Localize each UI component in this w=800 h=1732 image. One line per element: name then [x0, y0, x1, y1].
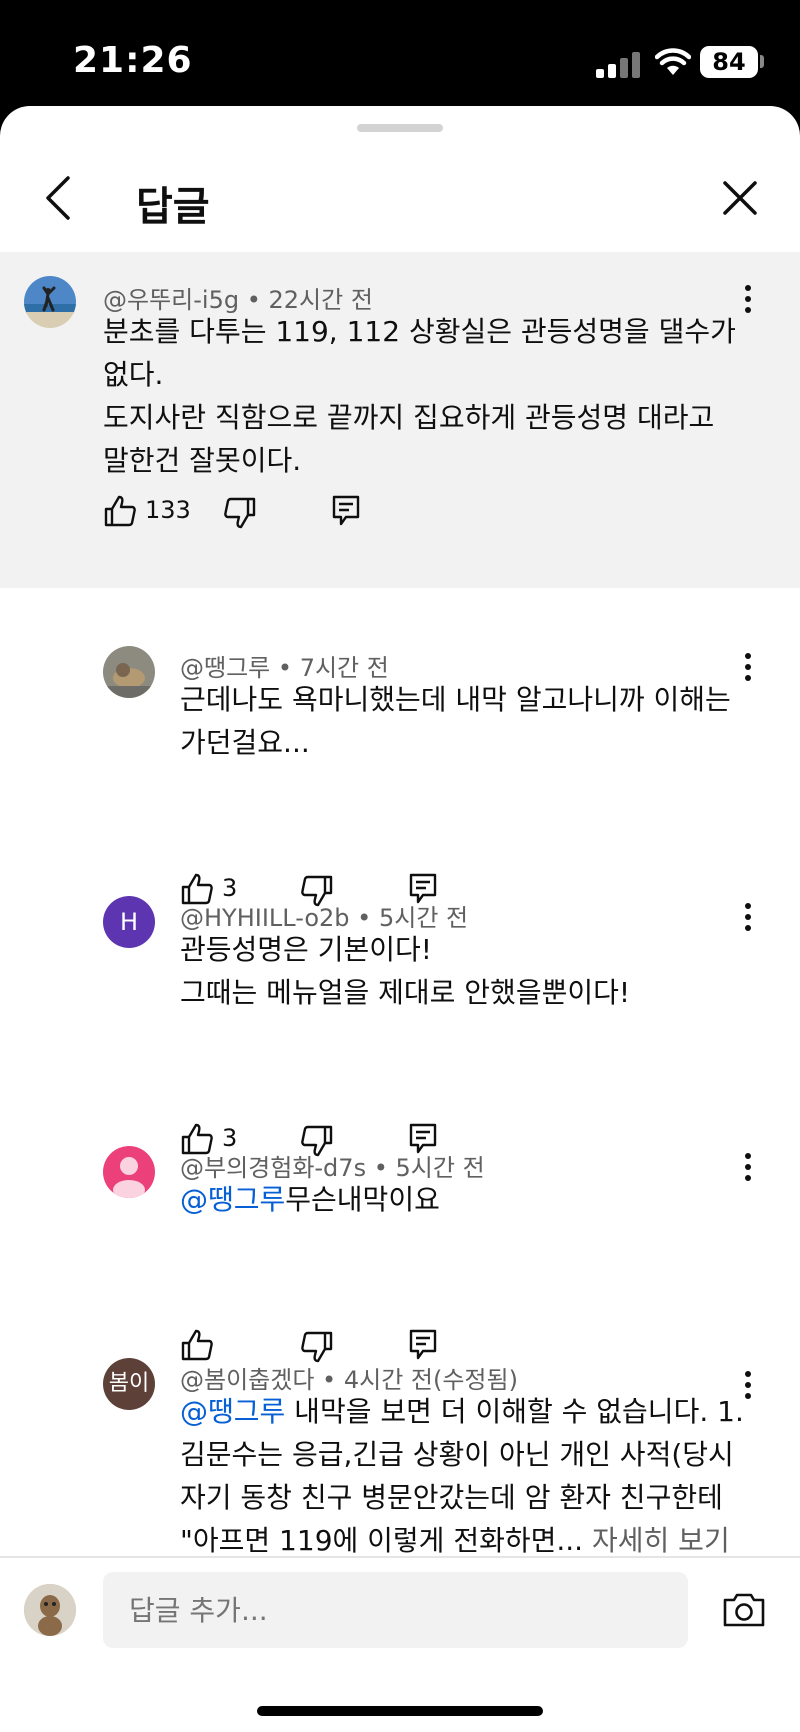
comment-line: @땡그루 내막을 보면 더 이해할 수 없습니다. 1. [180, 1390, 770, 1433]
sheet-header: 답글 [0, 146, 800, 254]
comment-line: 도지사란 직함으로 끝까지 집요하게 관등성명 대라고 [103, 401, 715, 434]
avatar[interactable]: H [103, 896, 155, 948]
comment-text: 근데나도 욕마니했는데 내막 알고나니까 이해는 가던걸요... [180, 678, 760, 764]
page-title: 답글 [136, 184, 210, 230]
beach-avatar-image [24, 276, 76, 328]
avatar[interactable] [24, 276, 76, 328]
comment-line: 말한건 잘못이다. [103, 444, 302, 477]
avatar[interactable]: 봄이 [103, 1358, 155, 1410]
dog-avatar-image [24, 1584, 76, 1636]
comment-last-line: "아프면 119에 이렇게 전화하면... [180, 1524, 592, 1557]
status-bar: 21:26 84 [0, 0, 800, 110]
battery-indicator: 84 [700, 46, 758, 78]
comment-text: @땡그루 내막을 보면 더 이해할 수 없습니다. 1. 김문수는 응급,긴급 … [180, 1390, 770, 1562]
status-time: 21:26 [73, 40, 193, 81]
reply-input[interactable] [103, 1572, 688, 1648]
mention-link[interactable]: @땡그루 [180, 1395, 285, 1428]
wifi-icon [655, 48, 691, 75]
home-indicator [257, 1706, 543, 1716]
comment-line: 분초를 다투는 119, 112 상황실은 관등성명을 댈수가 [103, 315, 736, 348]
like-count: 133 [145, 496, 191, 524]
current-user-avatar[interactable] [24, 1584, 76, 1636]
drag-handle[interactable] [357, 124, 443, 132]
comment-text: 분초를 다투는 119, 112 상황실은 관등성명을 댈수가 없다. 도지사란… [103, 310, 743, 482]
comment-line: 자기 동창 친구 병문안갔는데 암 환자 친구한테 [180, 1481, 723, 1514]
cat-avatar-image [103, 646, 155, 698]
cellular-signal-icon [596, 52, 640, 78]
dislike-icon[interactable] [223, 496, 257, 530]
comment-first-line: 내막을 보면 더 이해할 수 없습니다. 1. [285, 1395, 744, 1428]
battery-tip [760, 55, 764, 68]
parent-comment: @우뚜리-i5g • 22시간 전 분초를 다투는 119, 112 상황실은 … [0, 252, 800, 588]
avatar[interactable] [103, 1146, 155, 1198]
comment-line: 없다. [103, 358, 164, 391]
comment-actions: 133 [103, 494, 363, 534]
comment-line: 가던걸요... [180, 726, 310, 759]
comment-line: 관등성명은 기본이다! [180, 933, 432, 966]
comment-text: @땡그루무슨내막이요 [180, 1178, 760, 1221]
comment-line: 그때는 메뉴얼을 제대로 안했을뿐이다! [180, 976, 631, 1009]
comment-line: 근데나도 욕마니했는데 내막 알고나니까 이해는 [180, 683, 731, 716]
reply-comment: @부의경험화-d7s • 5시간 전 @땡그루무슨내막이요 [0, 1104, 800, 1304]
mention-link[interactable]: @땡그루 [180, 1183, 285, 1216]
back-arrow-icon[interactable] [40, 174, 76, 222]
camera-icon[interactable] [722, 1592, 766, 1628]
reply-comment: 봄이 @봄이춥겠다 • 4시간 전(수정됨) @땡그루 내막을 보면 더 이해할… [0, 1316, 800, 1557]
default-user-icon [113, 1157, 145, 1198]
reply-comment: H @HYHIILL-o2b • 5시간 전 관등성명은 기본이다! 그때는 메… [0, 854, 800, 1084]
like-icon[interactable] [103, 494, 137, 528]
reply-icon[interactable] [331, 494, 361, 526]
comment-line: 김문수는 응급,긴급 상황이 아닌 개인 사적(당시 [180, 1438, 734, 1471]
avatar[interactable] [103, 646, 155, 698]
comment-text: 관등성명은 기본이다! 그때는 메뉴얼을 제대로 안했을뿐이다! [180, 928, 760, 1014]
reply-comment: @땡그루 • 7시간 전 근데나도 욕마니했는데 내막 알고나니까 이해는 가던… [0, 604, 800, 834]
read-more-link[interactable]: 자세히 보기 [592, 1524, 730, 1557]
replies-sheet: 답글 @우뚜리-i5g • 22시간 전 분초를 다투는 119, 112 상황… [0, 106, 800, 1732]
close-icon[interactable] [722, 180, 758, 216]
comment-line: 무슨내막이요 [285, 1183, 440, 1216]
